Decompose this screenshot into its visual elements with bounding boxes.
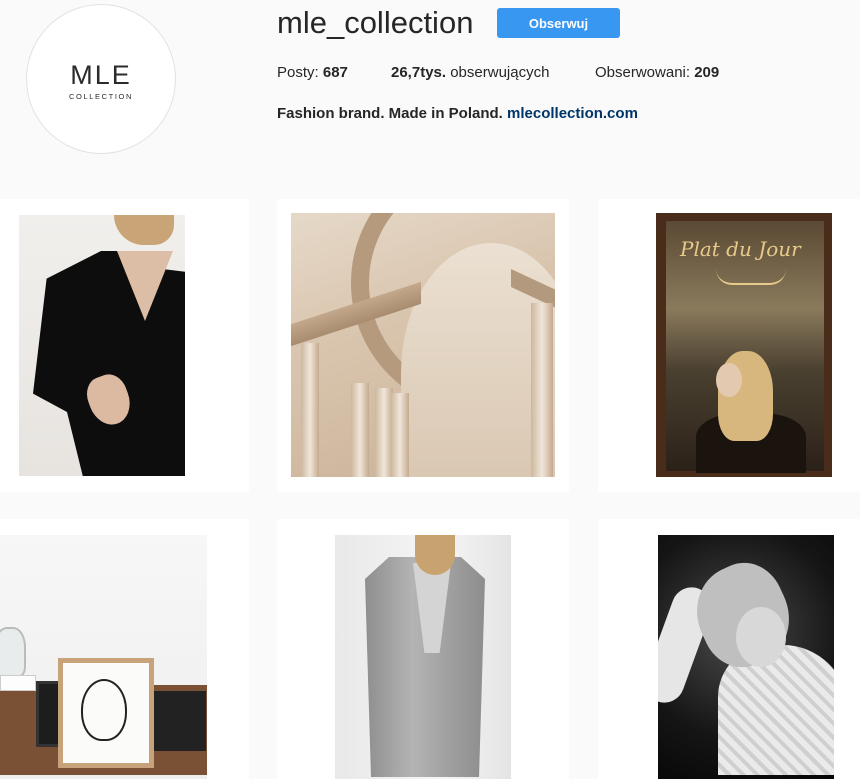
window-sign-text: Plat du Jour [680,237,801,261]
following-label: Obserwowani: [595,64,691,81]
bio-text: Fashion brand. Made in Poland. [277,105,503,122]
posts-label: Posty: [277,64,319,81]
post-image-coat [335,535,511,779]
follow-button[interactable]: Obserwuj [497,8,620,38]
followers-value: 26,7tys. [391,64,447,81]
following-value: 209 [694,64,720,81]
post-image-interior [0,535,207,779]
posts-count: Posty: 687 [277,64,348,81]
post-tile[interactable] [598,519,860,779]
followers-label: obserwujących [450,64,550,81]
post-image-window: Plat du Jour [656,213,832,477]
profile-bio: Fashion brand. Made in Poland. mlecollec… [277,105,638,122]
post-tile[interactable]: Plat du Jour [598,199,860,492]
logo-text-main: MLE [70,59,132,90]
following-count[interactable]: Obserwowani: 209 [595,64,719,81]
post-image-sweater [658,535,834,779]
post-image-dress [19,215,185,476]
profile-avatar[interactable]: MLE COLLECTION [26,4,176,154]
post-tile[interactable] [0,199,249,492]
post-tile[interactable] [277,519,569,779]
followers-count[interactable]: 26,7tys. obserwujących [391,64,549,81]
post-tile[interactable] [0,519,249,779]
posts-value: 687 [322,64,348,81]
profile-username: mle_collection [277,5,474,40]
post-tile[interactable] [277,199,569,492]
bio-link[interactable]: mlecollection.com [507,105,638,122]
post-image-architecture [291,213,555,477]
logo-text-sub: COLLECTION [69,91,133,101]
